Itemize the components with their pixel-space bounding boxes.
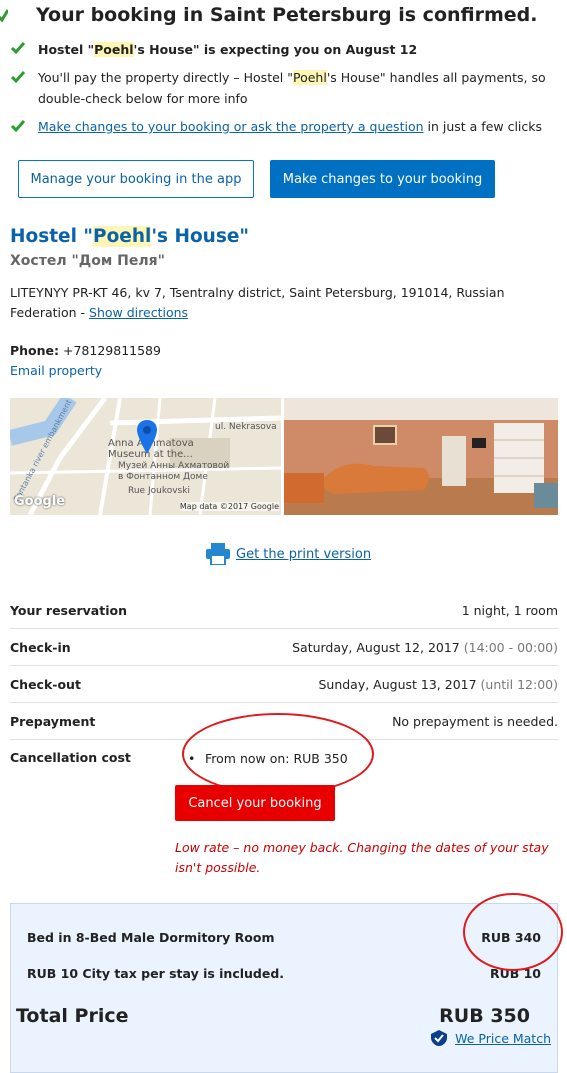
map-street-label: ul. Nekrasova (215, 422, 277, 432)
tax-row: RUB 10 City tax per stay is included. RUB… (27, 966, 541, 981)
low-rate-notice: Low rate – no money back. Changing the d… (175, 840, 549, 875)
location-map[interactable]: ul. Nekrasova Anna Akhmatova Museum at t… (10, 398, 281, 515)
hostel-photo[interactable] (284, 398, 558, 515)
check-icon (10, 42, 26, 55)
email-property-link[interactable]: Email property (10, 363, 102, 378)
total-price-row: Total Price RUB 350 (16, 1005, 530, 1027)
map-pin-icon (137, 420, 157, 454)
hotel-phone: Phone: +78129811589 (10, 343, 161, 358)
annotation-circle (463, 893, 563, 971)
hostel-room-image (284, 398, 558, 515)
checkout-row: Check-out Sunday, August 13, 2017 (until… (10, 666, 558, 703)
make-changes-line: Make changes to your booking or ask the … (38, 119, 543, 134)
price-match-link[interactable]: We Price Match (431, 1030, 551, 1046)
check-icon (10, 120, 26, 133)
check-icon (10, 71, 26, 84)
check-icon (0, 9, 8, 23)
print-version[interactable]: Get the print version (206, 543, 371, 565)
price-match-badge-icon (431, 1030, 448, 1046)
printer-icon (206, 543, 230, 565)
checkin-row: Check-in Saturday, August 12, 2017 (14:0… (10, 629, 558, 666)
make-changes-button[interactable]: Make changes to your booking (270, 160, 495, 198)
payment-info-line: You'll pay the property directly – Hoste… (38, 70, 546, 106)
show-directions-link[interactable]: Show directions (89, 305, 188, 320)
hotel-address: LITEYNYY PR-KT 46, kv 7, Tsentralny dist… (10, 285, 505, 320)
map-museum-ru-1: Музей Анны Ахматовой (118, 461, 230, 471)
cancel-booking-button[interactable]: Cancel your booking (175, 785, 335, 821)
reservation-row: Your reservation 1 night, 1 room (10, 592, 558, 629)
hotel-name-russian: Хостел "Дом Пеля" (10, 253, 165, 269)
print-version-link[interactable]: Get the print version (236, 547, 371, 562)
map-credit: Map data ©2017 Google (179, 502, 279, 511)
annotation-circle (182, 713, 374, 795)
map-museum-ru-2: в Фонтанном Доме (118, 472, 208, 482)
map-street-label-2: Rue Joukovski (128, 486, 190, 496)
confirmation-title: Your booking in Saint Petersburg is conf… (0, 4, 537, 26)
booking-expected-line: Hostel "Poehl's House" is expecting you … (38, 42, 418, 57)
google-logo: Google (14, 494, 66, 509)
manage-in-app-button[interactable]: Manage your booking in the app (18, 160, 254, 198)
hotel-name[interactable]: Hostel "Poehl's House" (10, 226, 249, 247)
make-changes-link[interactable]: Make changes to your booking or ask the … (38, 119, 424, 134)
